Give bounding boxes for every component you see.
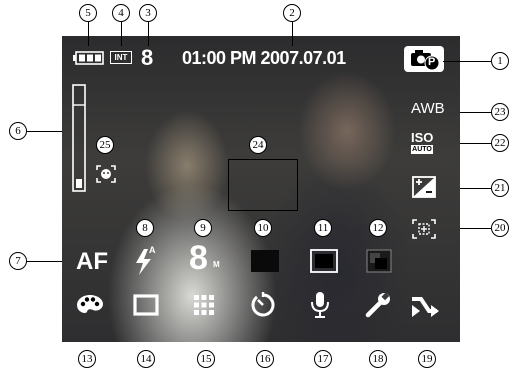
callout-2: 2 <box>283 4 301 22</box>
leader-line-4 <box>121 22 123 46</box>
callout-22: 22 <box>491 134 509 152</box>
leader-line-1 <box>443 61 491 63</box>
image-size: 8 <box>189 239 208 277</box>
callout-23: 23 <box>491 103 509 121</box>
callout-18: 18 <box>369 350 387 368</box>
battery-icon <box>73 51 104 65</box>
callout-15: 15 <box>197 350 215 368</box>
callout-7: 7 <box>9 252 27 270</box>
iso-label: ISO <box>411 130 434 145</box>
callout-20: 20 <box>491 219 509 237</box>
leader-line-23 <box>460 112 491 114</box>
leader-line-3 <box>148 22 150 46</box>
zoom-bar-icon <box>72 84 86 192</box>
af-area-icon <box>412 219 436 239</box>
af-focus-frame <box>228 159 298 211</box>
callout-16: 16 <box>256 350 274 368</box>
callout-14: 14 <box>137 350 155 368</box>
metering-icon <box>310 249 338 273</box>
grid-icon <box>194 295 214 315</box>
callout-13: 13 <box>78 350 96 368</box>
iso-indicator: ISO AUTO <box>411 131 441 154</box>
capacity-count: 8 <box>141 45 154 70</box>
callout-5: 5 <box>79 4 97 22</box>
wrench-icon <box>365 292 390 318</box>
leader-line-2 <box>292 22 294 46</box>
focus-mode: AF <box>76 248 108 275</box>
image-size-unit: M <box>213 260 220 269</box>
callout-21: 21 <box>491 179 509 197</box>
microphone-icon <box>311 292 329 318</box>
mode-letter: P <box>428 56 436 68</box>
frame-icon <box>133 294 159 316</box>
callout-3: 3 <box>139 4 157 22</box>
leader-line-22 <box>460 143 491 145</box>
callout-24: 24 <box>249 136 267 154</box>
date-time: 01:00 PM 2007.07.01 <box>182 48 346 68</box>
quality-icon <box>251 250 279 272</box>
leader-line-7 <box>27 261 62 263</box>
self-timer-icon <box>251 292 275 317</box>
leader-line-21 <box>460 188 491 190</box>
camera-lcd-screen: INT 8 01:00 PM 2007.07.01 P AWB ISO AUTO <box>62 36 460 342</box>
leader-line-20 <box>460 228 491 230</box>
callout-1: 1 <box>491 52 509 70</box>
callout-10: 10 <box>254 219 272 237</box>
callout-9: 9 <box>194 219 212 237</box>
callout-19: 19 <box>418 350 436 368</box>
camera-program-icon: P <box>404 46 444 72</box>
callout-4: 4 <box>112 4 130 22</box>
white-balance: AWB <box>411 100 445 117</box>
shake-warning-icon <box>412 297 439 317</box>
iso-value: AUTO <box>411 145 433 154</box>
storage-label: INT <box>114 53 128 62</box>
callout-25: 25 <box>96 136 114 154</box>
callout-12: 12 <box>369 219 387 237</box>
sharpness-icon <box>366 249 392 273</box>
leader-line-5 <box>88 22 90 46</box>
callout-8: 8 <box>136 219 154 237</box>
callout-6: 6 <box>9 122 27 140</box>
callout-17: 17 <box>314 350 332 368</box>
flash-mode-letter: A <box>149 245 156 255</box>
leader-line-6 <box>27 131 62 133</box>
exposure-icon <box>412 176 436 198</box>
palette-icon <box>77 295 103 313</box>
face-detection-icon <box>96 165 116 183</box>
internal-memory-icon: INT <box>110 51 132 64</box>
callout-11: 11 <box>314 219 332 237</box>
